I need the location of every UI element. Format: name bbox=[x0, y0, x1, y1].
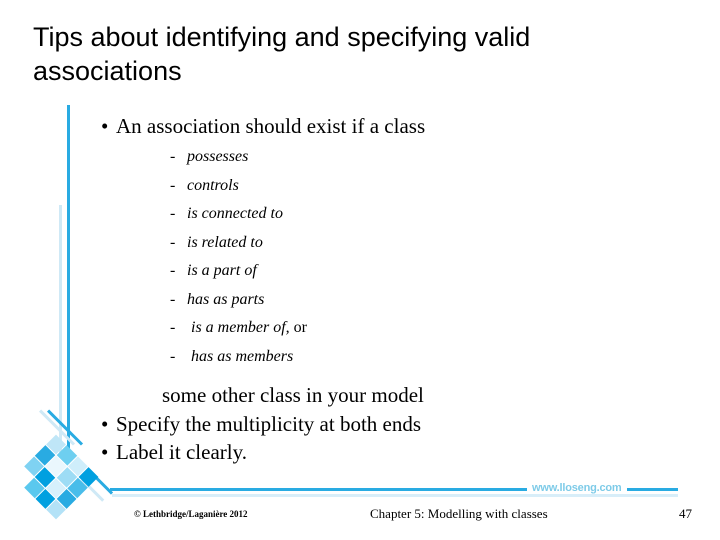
sub-bullet-item: is a part of bbox=[100, 257, 620, 286]
sub-bullet-item: has as parts bbox=[100, 286, 620, 315]
sub-bullet-item: controls bbox=[100, 172, 620, 201]
page-title-line-2: associations bbox=[33, 56, 182, 86]
sub-bullet-text: is a member of, bbox=[187, 319, 290, 336]
bullet-specify-multiplicity: Specify the multiplicity at both ends bbox=[100, 410, 620, 438]
page-title-line-1: Tips about identifying and specifying va… bbox=[33, 22, 531, 52]
page-number: 47 bbox=[679, 506, 692, 521]
sub-bullet-item-member-of: is a member of, or bbox=[100, 314, 620, 343]
slide-body: An association should exist if a class p… bbox=[100, 112, 620, 466]
copyright-notice: © Lethbridge/Laganière 2012 bbox=[134, 509, 248, 519]
bullet-tail-list: Specify the multiplicity at both ends La… bbox=[100, 410, 620, 466]
accent-vertical-line-pale bbox=[59, 205, 62, 453]
url-dash-left bbox=[508, 488, 526, 491]
sub-bullet-item: has as members bbox=[100, 343, 620, 372]
url-dash-right bbox=[643, 488, 678, 491]
bullet-lead: An association should exist if a class bbox=[100, 112, 620, 140]
sub-bullet-item: is connected to bbox=[100, 200, 620, 229]
bullet-label-clearly: Label it clearly. bbox=[100, 438, 620, 466]
footer-rule-pale bbox=[112, 494, 678, 497]
mosaic-diamond-graphic bbox=[13, 434, 99, 520]
sub-bullet-conjunction: or bbox=[289, 319, 307, 336]
website-url[interactable]: www.lloseng.com bbox=[527, 482, 627, 494]
bullet-closing-text: some other class in your model bbox=[162, 383, 424, 407]
accent-vertical-line bbox=[67, 105, 70, 453]
slide: Tips about identifying and specifying va… bbox=[0, 0, 720, 540]
sub-bullet-list: possesses controls is connected to is re… bbox=[100, 143, 620, 371]
sub-bullet-item: is related to bbox=[100, 229, 620, 258]
page-title: Tips about identifying and specifying va… bbox=[33, 20, 668, 88]
sub-bullet-item: possesses bbox=[100, 143, 620, 172]
chapter-label: Chapter 5: Modelling with classes bbox=[370, 506, 548, 521]
